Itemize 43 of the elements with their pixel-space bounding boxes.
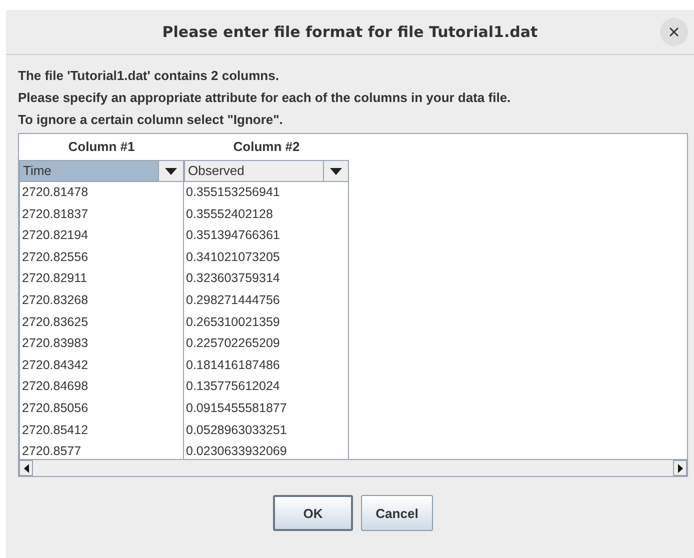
table-cell-text: 2720.85056 <box>21 400 90 417</box>
scroll-right-icon <box>678 464 682 472</box>
instruction-text: To ignore a certain column select "Ignore". <box>18 111 284 129</box>
table-cell-text: 2720.83983 <box>21 335 90 352</box>
table-cell-text: 2720.81478 <box>21 184 90 201</box>
attribute-dropdown[interactable]: Time <box>19 160 184 182</box>
table-cell-text: 0.351394766361 <box>185 227 281 244</box>
table-cell-text: 0.225702265209 <box>185 335 281 352</box>
close-icon <box>669 27 679 37</box>
attribute-dropdown[interactable]: Observed <box>184 160 349 182</box>
table-cell-text: 0.298271444756 <box>185 292 281 309</box>
column-header: Column #1 <box>67 138 136 156</box>
window-title: Please enter file format for file Tutorial1.dat <box>162 23 538 41</box>
table-cell-text: 2720.81837 <box>21 206 90 223</box>
table-cell-text: 0.341021073205 <box>185 248 281 266</box>
instruction-text: Please specify an appropriate attribute for each of the columns in your data file. <box>18 89 512 107</box>
scroll-left-icon <box>24 464 28 472</box>
table-cell-text: 2720.82911 <box>21 270 88 288</box>
table-cell-text: 2720.85412 <box>21 422 90 439</box>
table-cell-text: 2720.84698 <box>21 378 90 396</box>
table-cell-text: 0.323603759314 <box>185 270 281 288</box>
horizontal-scrollbar[interactable] <box>19 459 687 476</box>
table-cell-text: 0.355153256941 <box>185 184 281 201</box>
instruction-text: The file 'Tutorial1.dat' contains 2 columns. <box>18 67 280 85</box>
table-cell-text: 2720.82194 <box>21 227 90 244</box>
table-cell-text: 0.181416187486 <box>185 356 281 374</box>
table-cell-text: 0.265310021359 <box>185 314 281 331</box>
table-cell-text: 2720.8577 <box>21 443 82 459</box>
column-header: Column #2 <box>232 138 301 156</box>
table-cell-text: 2720.84342 <box>21 356 90 374</box>
ok-button[interactable]: OK <box>273 495 353 531</box>
close-button[interactable] <box>660 18 688 46</box>
table-cell-text: 2720.82556 <box>21 248 90 266</box>
table-cell-text: 0.0230633932069 <box>185 443 288 459</box>
table-cell-text: 2720.83268 <box>21 292 90 309</box>
cancel-button[interactable]: Cancel <box>361 495 433 531</box>
table-cell-text: 0.135775612024 <box>185 378 281 396</box>
dropdown-arrow-icon <box>165 168 177 174</box>
table-cell-text: 2720.83625 <box>21 314 90 331</box>
table-cell-text: 0.35552402128 <box>185 206 274 223</box>
table-cell-text: 0.0915455581877 <box>185 400 288 417</box>
dropdown-arrow-icon <box>330 168 342 174</box>
table-cell-text: 0.0528963033251 <box>185 422 288 439</box>
